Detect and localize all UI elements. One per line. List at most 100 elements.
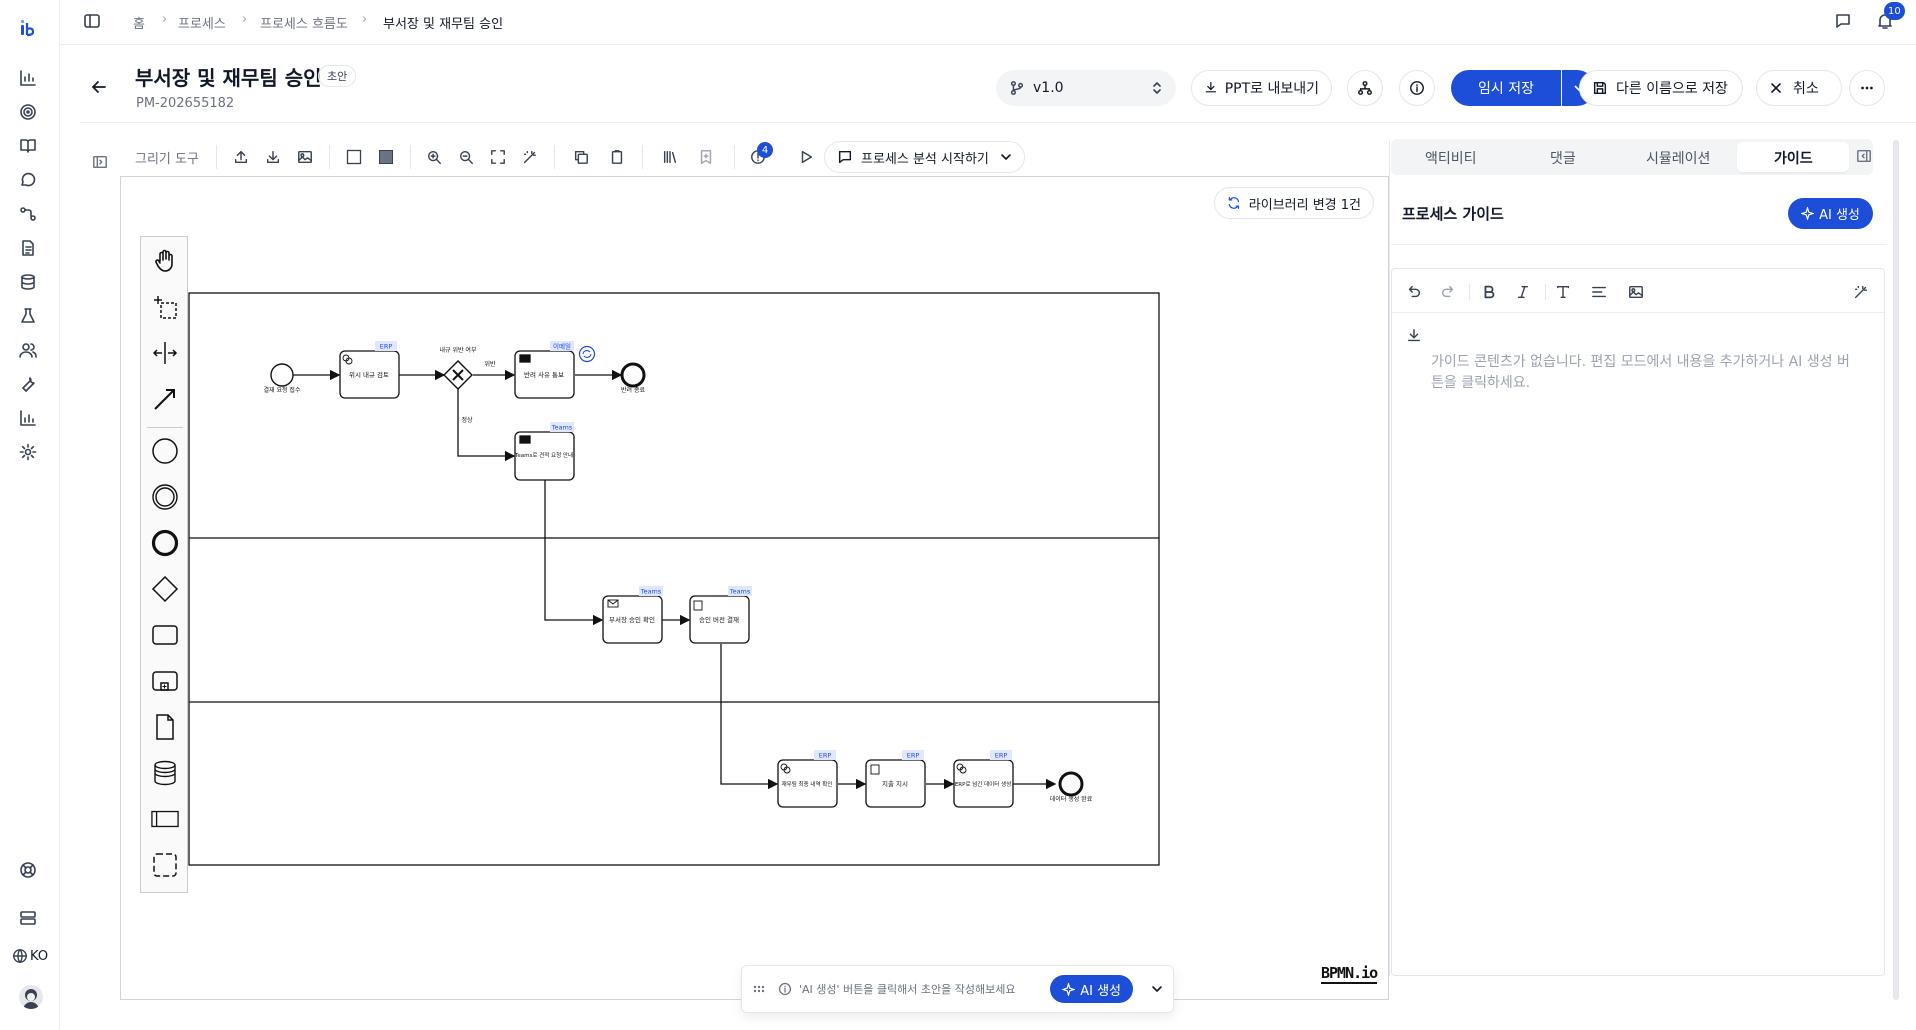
sidebar-toggle-icon[interactable] (83, 12, 101, 30)
drag-handle-icon[interactable] (752, 982, 766, 996)
hierarchy-icon[interactable] (1347, 70, 1383, 106)
flask-icon[interactable] (16, 304, 40, 328)
export-ppt-button[interactable]: PPT로 내보내기 (1191, 70, 1332, 106)
hand-tool-icon[interactable] (151, 247, 179, 275)
bold-icon[interactable] (1478, 281, 1500, 303)
start-event-tool-icon[interactable] (151, 437, 179, 465)
redo-icon[interactable] (1437, 281, 1459, 303)
chevron-down-icon (1001, 154, 1011, 160)
process-analysis-button[interactable]: 프로세스 분석 시작하기 (824, 141, 1025, 173)
library-icon[interactable] (658, 146, 682, 168)
tab-activity[interactable]: 액티비티 (1425, 148, 1477, 168)
task-tool-icon[interactable] (151, 621, 179, 649)
fit-screen-icon[interactable] (486, 146, 510, 168)
data-store-tool-icon[interactable] (151, 759, 179, 787)
align-icon[interactable] (1588, 281, 1610, 303)
space-tool-icon[interactable] (151, 339, 179, 367)
logo-icon[interactable] (16, 16, 40, 40)
insert-image-icon[interactable] (1625, 281, 1647, 303)
ai-generate-label: AI 생성 (1080, 983, 1121, 999)
chevron-right-icon: › (362, 12, 368, 27)
wrench-icon[interactable] (16, 372, 40, 396)
chat-icon[interactable] (16, 168, 40, 192)
end-event-tool-icon[interactable] (151, 529, 179, 557)
database-icon[interactable] (16, 270, 40, 294)
avatar[interactable] (19, 985, 43, 1009)
download-icon (1205, 82, 1217, 93)
chevron-down-icon[interactable] (1151, 983, 1163, 995)
message-icon[interactable] (1834, 12, 1852, 30)
play-icon[interactable] (794, 146, 818, 168)
breadcrumb-process[interactable]: 프로세스 (178, 13, 226, 32)
zoom-in-icon[interactable] (422, 146, 446, 168)
users-icon[interactable] (16, 338, 40, 362)
ai-generate-button[interactable]: AI 생성 (1050, 975, 1133, 1003)
text-style-icon[interactable] (1552, 281, 1574, 303)
connect-tool-icon[interactable] (151, 385, 179, 413)
undo-icon[interactable] (1403, 281, 1425, 303)
bpmn-canvas[interactable]: 라이브러리 변경 1건 ERP 이메일 Teams Teams Teams ER… (120, 176, 1389, 1000)
upload-icon[interactable] (229, 146, 253, 168)
filled-box-icon[interactable] (374, 146, 398, 168)
gear-icon[interactable] (16, 440, 40, 464)
back-arrow-icon[interactable] (90, 78, 108, 96)
collapse-panel-icon[interactable] (1856, 148, 1872, 164)
breadcrumb-flowchart[interactable]: 프로세스 흐름도 (260, 13, 348, 32)
document-icon[interactable] (16, 236, 40, 260)
version-select[interactable]: v1.0 (996, 70, 1176, 106)
bar-chart-icon[interactable] (16, 406, 40, 430)
flow-icon[interactable] (16, 202, 40, 226)
target-icon[interactable] (16, 100, 40, 124)
end-event[interactable] (1058, 771, 1084, 797)
server-icon[interactable] (16, 906, 40, 930)
group-tool-icon[interactable] (151, 851, 179, 879)
gateway-label: 내규 위반 여부 (440, 346, 477, 354)
toolbar-divider (410, 145, 411, 169)
start-event[interactable] (270, 363, 294, 387)
ai-generate-guide-button[interactable]: AI 생성 (1788, 198, 1873, 229)
import-icon[interactable] (1406, 328, 1422, 344)
tab-comments[interactable]: 댓글 (1550, 148, 1576, 168)
data-object-tool-icon[interactable] (151, 713, 179, 741)
gateway-tool-icon[interactable] (151, 575, 179, 603)
save-draft-button[interactable]: 임시 저장 (1451, 70, 1561, 106)
chart-icon[interactable] (16, 66, 40, 90)
info-icon[interactable] (1399, 70, 1435, 106)
save-as-button[interactable]: 다른 이름으로 저장 (1579, 70, 1743, 106)
toolbar-divider (642, 145, 643, 169)
save-as-label: 다른 이름으로 저장 (1616, 81, 1728, 97)
end-event[interactable] (620, 362, 646, 388)
subprocess-tool-icon[interactable] (151, 667, 179, 695)
sync-icon[interactable] (578, 345, 596, 363)
paste-icon[interactable] (605, 146, 629, 168)
intermediate-event-tool-icon[interactable] (151, 483, 179, 511)
zoom-out-icon[interactable] (454, 146, 478, 168)
ai-hint-bar: 'AI 생성' 버튼을 클릭해서 초안을 작성해보세요 AI 생성 (741, 965, 1174, 1013)
download-icon[interactable] (261, 146, 285, 168)
language-switch[interactable]: KO (12, 948, 48, 964)
page-title: 부서장 및 재무팀 승인 (135, 66, 322, 90)
magic-wand-icon[interactable] (518, 146, 542, 168)
panel-scrollbar[interactable] (1893, 140, 1899, 1000)
task-label: 재무팀 최종 내역 확인 (782, 780, 833, 788)
cancel-button[interactable]: 취소 (1756, 70, 1842, 106)
lasso-tool-icon[interactable] (151, 293, 179, 321)
pool-tool-icon[interactable] (151, 805, 179, 833)
tool-palette (140, 236, 188, 893)
help-icon[interactable] (16, 858, 40, 882)
tab-simulation[interactable]: 시뮬레이션 (1646, 148, 1710, 168)
copy-icon[interactable] (569, 146, 593, 168)
tab-guide[interactable]: 가이드 (1774, 148, 1813, 168)
book-icon[interactable] (16, 134, 40, 158)
magic-wand-icon[interactable] (1850, 281, 1872, 303)
image-icon[interactable] (293, 146, 317, 168)
ai-generate-guide-label: AI 생성 (1819, 208, 1860, 223)
bpmn-io-watermark[interactable]: BPMN.io (1321, 964, 1378, 984)
outline-box-icon[interactable] (342, 146, 366, 168)
bookmark-add-icon[interactable] (694, 146, 718, 168)
more-options-icon[interactable] (1849, 70, 1885, 106)
panel-toggle-icon[interactable] (92, 154, 108, 170)
task-label: 위시 내규 검토 (349, 370, 389, 379)
italic-icon[interactable] (1512, 281, 1534, 303)
breadcrumb-home[interactable]: 홈 (133, 13, 145, 32)
